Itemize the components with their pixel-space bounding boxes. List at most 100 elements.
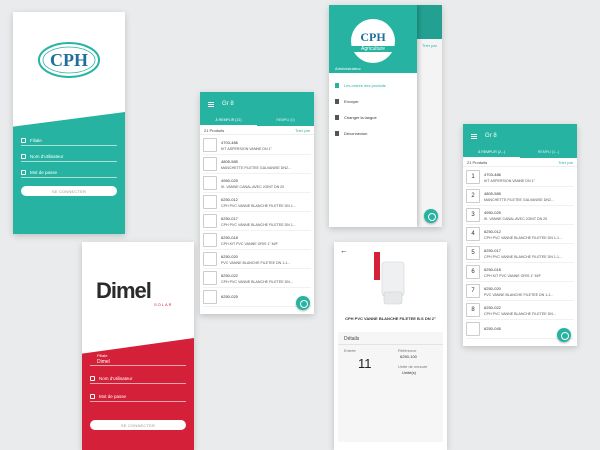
list-item[interactable]: 6250-012 CPH PVC VANNE BLANCHE FILETEE DN… [203,193,311,212]
item-thumbnail [203,214,217,228]
menu-logout[interactable]: Déconnexion [335,131,367,136]
item-code: 6250-025 [221,293,238,299]
list-item[interactable]: 5 6250-017 CPH PVC VANNE BLANCHE FILETEE D… [466,244,574,263]
list-item[interactable]: 6250-018 CPH KIT PVC VANNE GRIS 1" M/F [203,231,311,250]
item-thumbnail: 3 [466,208,480,222]
list-item[interactable]: 4805-585 MANCHETTE FILETEE GALVANISE DN2.… [203,155,311,174]
sort-button[interactable]: Trier par [295,128,310,133]
username-field[interactable]: Nom d'utilisateur [90,374,186,384]
unit-label: Unité de mesure [398,364,428,369]
cph-logo: CPH [37,40,101,80]
item-code: 4703-486 [484,171,501,177]
dimel-logo: Dimel [96,278,152,304]
item-thumbnail: 6 [466,265,480,279]
list-item[interactable]: 2 4805-585 MANCHETTE FILETEE GALVANISE DN2… [466,187,574,206]
item-code: 6250-017 [484,247,501,253]
user-icon [90,376,95,381]
item-description: CPH PVC VANNE BLANCHE FILETEE DN... [221,279,293,284]
list-item[interactable]: 3 4950-025 IK. VANNE CANAL AVEC JOINT DN 2… [466,206,574,225]
list-item[interactable]: 6 6250-018 CPH KIT PVC VANNE GRIS 1" M/F [466,263,574,282]
scan-fab[interactable] [424,209,438,223]
lock-icon [21,170,26,175]
item-description: KIT ASPERSION VANNE DN 1" [221,146,272,151]
list-item[interactable]: 7 6250-020 PVC VANNE BLANCHE FILETEE DN 1-… [466,282,574,301]
numbered-list-screen: Gr 8 À REMPLIR (2...) REMPLI (1...) 21 P… [463,124,577,346]
list-item[interactable]: 8 6250-022 CPH PVC VANNE BLANCHE FILETEE D… [466,301,574,320]
cph-agri-logo: CPH Agriculture [351,19,395,63]
page-title: Gr 8 [485,133,497,139]
sort-button[interactable]: Trier par [558,160,573,165]
menu-send[interactable]: Envoyer [335,99,359,104]
tab-filled[interactable]: REMPLI (1...) [520,148,577,158]
product-name: CPH PVC VANNE BLANCHE FILETEE B.S DN 2" [345,316,436,321]
item-description: KIT ASPERSION VANNE DN 1" [484,178,535,183]
list-item[interactable]: 4 6250-012 CPH PVC VANNE BLANCHE FILETEE D… [466,225,574,244]
item-description: MANCHETTE FILETEE GALVANISE DN2... [484,197,554,202]
app-bar: Gr 8 [200,92,314,116]
item-thumbnail [203,271,217,285]
product-count: 21 Produits [467,160,488,165]
list-item[interactable]: 6250-017 CPH PVC VANNE BLANCHE FILETEE DN… [203,212,311,231]
item-code: 4950-025 [221,177,238,183]
password-field[interactable]: Mot de passe [21,168,117,178]
item-description: CPH KIT PVC VANNE GRIS 1" M/F [221,241,278,246]
item-code: 6250-022 [484,304,501,310]
drawer: CPH Agriculture Administrateur Les ordre… [329,5,417,227]
tab-to-fill[interactable]: À REMPLIR (2...) [463,148,520,158]
drawer-screen: Trier par CPH Agriculture Administrateur… [329,5,442,227]
menu-language[interactable]: Changer la langue [335,115,377,120]
item-code: 6250-018 [484,266,501,272]
item-thumbnail [203,176,217,190]
item-code: 4703-486 [221,139,238,145]
item-code: 6250-018 [221,234,238,240]
item-thumbnail [466,322,480,336]
item-thumbnail: 5 [466,246,480,260]
item-code: 6250-020 [221,253,238,259]
item-thumbnail [203,252,217,266]
count-row: 21 Produits Trier par [463,159,577,167]
entree-value[interactable]: 11 [358,356,372,371]
menu-icon[interactable] [208,101,214,107]
product-count: 21 Produits [204,128,225,133]
list-item[interactable]: 4703-486 KIT ASPERSION VANNE DN 1" [203,136,311,155]
sort-button: Trier par [422,43,437,48]
unit-value: Unité(s) [402,370,417,375]
scan-fab[interactable] [557,328,571,342]
item-description: PVC VANNE BLANCHE FILETEE DN 1-1... [221,260,291,265]
item-thumbnail: 8 [466,303,480,317]
item-code: 6250-045 [484,325,501,331]
details-title: Détails [344,336,360,342]
scan-fab[interactable] [296,296,310,310]
list-item[interactable]: 1 4703-486 KIT ASPERSION VANNE DN 1" [466,168,574,187]
item-description: PVC VANNE BLANCHE FILETEE DN 1-1... [484,292,554,297]
list-item[interactable]: 6250-020 PVC VANNE BLANCHE FILETEE DN 1-1… [203,250,311,269]
item-description: CPH PVC VANNE BLANCHE FILETEE DN... [484,311,556,316]
tab-filled[interactable]: REMPLI (0) [257,116,314,126]
password-field[interactable]: Mot de passe [90,392,186,402]
details-card: Détails Entrée 11 Référence 6250-100 Uni… [338,332,443,442]
item-code: 4950-025 [484,209,501,215]
product-image [366,252,416,308]
username-field[interactable]: Nom d'utilisateur [21,152,117,162]
dimel-logo-sub: SOLAR [154,302,173,307]
menu-icon[interactable] [471,133,477,139]
login-button[interactable]: SE CONNECTER [21,186,117,196]
filiale-field[interactable]: Filiale [21,136,117,146]
cph-login-screen: CPH Filiale Nom d'utilisateur Mot de pas… [13,12,125,234]
tab-to-fill[interactable]: À REMPLIR (21) [200,116,257,126]
count-row: 21 Produits Trier par [200,127,314,135]
list-item[interactable]: 4950-025 IK. VANNE CANAL AVEC JOINT DN 20 [203,174,311,193]
menu-orders[interactable]: Les ordres des produits [335,83,386,88]
building-icon [21,138,26,143]
cph-logo-text: CPH [50,50,88,70]
language-icon [335,115,339,120]
send-icon [335,99,339,104]
dimel-logo-text: Dimel [96,278,152,303]
login-button[interactable]: SE CONNECTER [90,420,186,430]
list-item[interactable]: 6250-022 CPH PVC VANNE BLANCHE FILETEE DN… [203,269,311,288]
list-item[interactable]: 6250-025 [203,288,311,307]
item-description: IK. VANNE CANAL AVEC JOINT DN 20 [221,184,285,189]
filiale-select[interactable]: Filiale Dimel [90,352,186,366]
item-thumbnail: 1 [466,170,480,184]
back-arrow-icon[interactable]: ← [340,246,348,255]
